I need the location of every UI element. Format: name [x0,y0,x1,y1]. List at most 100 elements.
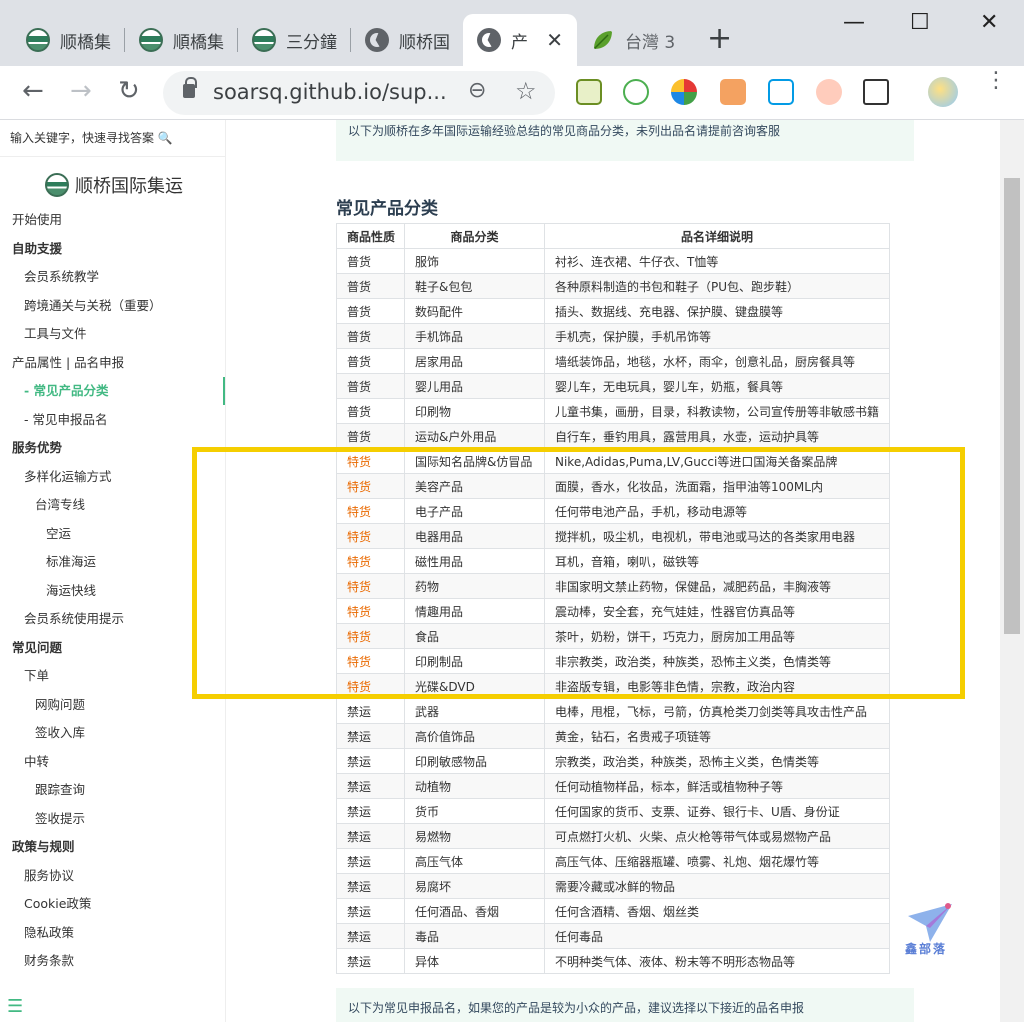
profile-avatar[interactable] [928,77,958,107]
table-row: 特货 食品 茶叶，奶粉，饼干，巧克力，厨房加工用品等 [336,623,890,649]
category-cell: 特货 [336,623,405,649]
close-window-button[interactable]: ✕ [980,10,998,35]
reload-icon[interactable]: ↻ [118,76,140,106]
type-cell: 电器用品 [404,523,545,549]
category-cell: 特货 [336,473,405,499]
site-title: 顺桥国际集运 [75,176,183,197]
sidebar-item[interactable]: 跟踪查询 [0,776,225,805]
tab-title: 顺橋集 [60,32,111,53]
description-cell: 搅拌机，吸尘机，电视机，带电池或马达的各类家用电器 [544,523,890,549]
type-cell: 高价值饰品 [404,723,545,749]
type-cell: 居家用品 [404,348,545,374]
sidebar-item[interactable]: 会员系统使用提示 [0,605,225,634]
description-cell: 插头、数据线、充电器、保护膜、键盘膜等 [544,298,890,324]
sidebar-item[interactable]: 网购问题 [0,691,225,720]
sidebar-item[interactable]: 自助支援 [0,235,225,264]
sidebar-item[interactable]: 政策与规则 [0,833,225,862]
search-input[interactable]: 输入关键字，快速寻找答案 🔍 [0,120,225,157]
screenshot-icon[interactable] [863,79,889,105]
description-cell: 不明种类气体、液体、粉末等不明形态物品等 [544,948,890,974]
tip-text: 以下为常见申报品名，如果您的产品是较为小众的产品，建议选择以下接近的品名申报 [348,1001,805,1015]
sidebar-item[interactable]: 隐私政策 [0,919,225,948]
minimize-button[interactable]: — [843,10,865,35]
table-header-row: 商品性质 商品分类 品名详细说明 [336,223,890,249]
column-header: 商品分类 [404,223,545,249]
extension-notes-icon[interactable] [576,79,602,105]
extension-face-icon[interactable] [720,79,746,105]
extension-check-icon[interactable] [623,79,649,105]
sidebar-item[interactable]: 产品属性 | 品名申报 [0,349,225,378]
sidebar-item[interactable]: 签收提示 [0,805,225,834]
sidebar-item[interactable]: 服务协议 [0,862,225,891]
address-bar[interactable]: soarsq.github.io/sup... ⊖ ☆ [163,71,555,115]
sidebar-item[interactable]: 会员系统教学 [0,263,225,292]
tab-4[interactable]: 顺桥国 [351,14,464,66]
sidebar-item[interactable]: 海运快线 [0,577,225,606]
description-cell: 宗教类，政治类，种族类，恐怖主义类，色情类等 [544,748,890,774]
description-cell: 任何动植物样品，标本，鲜活或植物种子等 [544,773,890,799]
type-cell: 异体 [404,948,545,974]
table-row: 禁运 高压气体 高压气体、压缩器瓶罐、喷雾、礼炮、烟花爆竹等 [336,848,890,874]
back-arrow-icon[interactable]: ← [22,76,44,106]
category-cell: 禁运 [336,948,405,974]
type-cell: 磁性用品 [404,548,545,574]
maximize-button[interactable]: ☐ [910,10,930,35]
sidebar-item[interactable]: Cookie政策 [0,890,225,919]
scrollbar[interactable] [1000,120,1024,1022]
zoom-icon[interactable]: ⊖ [468,78,486,103]
sidebar-item[interactable]: 多样化运输方式 [0,463,225,492]
sidebar-item[interactable]: 开始使用 [0,206,225,235]
description-cell: 任何毒品 [544,923,890,949]
sidebar-item[interactable]: 常见问题 [0,634,225,663]
url-text[interactable]: soarsq.github.io/sup... [213,80,447,104]
table-row: 禁运 毒品 任何毒品 [336,923,890,949]
close-tab-icon[interactable]: ✕ [546,28,563,52]
new-tab-button[interactable]: + [707,22,732,56]
bookmark-star-icon[interactable]: ☆ [515,77,537,105]
site-brand[interactable]: 顺桥国际集运 [45,172,183,198]
description-cell: Nike,Adidas,Puma,LV,Gucci等进口国海关备案品牌 [544,448,890,474]
table-row: 普货 服饰 衬衫、连衣裙、牛仔衣、T恤等 [336,248,890,274]
description-cell: 婴儿车，无电玩具，婴儿车，奶瓶，餐具等 [544,373,890,399]
sidebar-item[interactable]: 下单 [0,662,225,691]
sidebar-item[interactable]: 台湾专线 [0,491,225,520]
table-row: 禁运 异体 不明种类气体、液体、粉末等不明形态物品等 [336,948,890,974]
tab-2[interactable]: 順橋集 [125,14,238,66]
menu-dots-icon[interactable]: ⋮ [985,70,1007,92]
tab-6[interactable]: 台灣 3 [577,14,690,66]
table-row: 普货 婴儿用品 婴儿车，无电玩具，婴儿车，奶瓶，餐具等 [336,373,890,399]
globe-icon [365,28,389,52]
category-cell: 禁运 [336,923,405,949]
tab-3[interactable]: 三分鐘 [238,14,351,66]
type-cell: 服饰 [404,248,545,274]
description-cell: 需要冷藏或冰鲜的物品 [544,873,890,899]
type-cell: 药物 [404,573,545,599]
sidebar-item[interactable]: - 常见申报品名 [0,406,225,435]
sidebar-item[interactable]: 标准海运 [0,548,225,577]
sidebar-item[interactable]: 工具与文件 [0,320,225,349]
table-row: 禁运 动植物 任何动植物样品，标本，鲜活或植物种子等 [336,773,890,799]
extension-avatar-icon[interactable] [816,79,842,105]
lock-icon[interactable] [183,77,197,98]
sidebar-item[interactable]: 财务条款 [0,947,225,976]
category-cell: 特货 [336,648,405,674]
tab-active[interactable]: 产 ✕ [463,14,577,66]
forward-arrow-icon[interactable]: → [70,76,92,106]
watermark-text: 鑫部落 [905,942,948,956]
extension-share-icon[interactable] [768,79,794,105]
sidebar-item[interactable]: 中转 [0,748,225,777]
sidebar-item[interactable]: 服务优势 [0,434,225,463]
sidebar-item[interactable]: 跨境通关与关税（重要） [0,292,225,321]
category-cell: 禁运 [336,698,405,724]
main-content: 以下为顺桥在多年国际运输经验总结的常见商品分类，未列出品名请提前咨询客服 常见产… [226,120,1000,1022]
tab-1[interactable]: 顺橋集 [12,14,125,66]
scrollbar-thumb[interactable] [1004,178,1020,634]
extension-color-icon[interactable] [671,79,697,105]
table-row: 特货 印刷制品 非宗教类，政治类，种族类，恐怖主义类，色情类等 [336,648,890,674]
sidebar-item[interactable]: 空运 [0,520,225,549]
table-row: 普货 数码配件 插头、数据线、充电器、保护膜、键盘膜等 [336,298,890,324]
sidebar-item[interactable]: 签收入库 [0,719,225,748]
menu-icon[interactable]: ☰ [7,996,23,1017]
table-row: 禁运 货币 任何国家的货币、支票、证券、银行卡、U盾、身份证 [336,798,890,824]
sidebar-item[interactable]: - 常见产品分类 [0,377,225,406]
